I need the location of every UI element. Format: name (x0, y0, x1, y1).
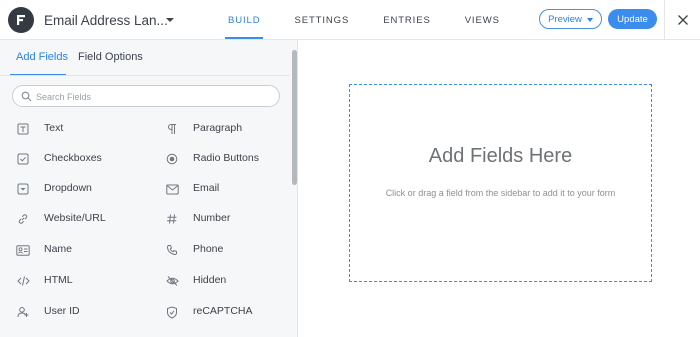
field-label: Checkboxes (44, 152, 102, 164)
field-label: User ID (44, 305, 80, 317)
email-icon (165, 182, 179, 196)
field-label: Email (193, 182, 220, 194)
form-title[interactable]: Email Address Lan... (44, 13, 168, 28)
formidable-logo-icon[interactable] (8, 7, 34, 33)
chevron-down-icon[interactable] (163, 13, 177, 27)
search-icon (21, 91, 32, 102)
field-html[interactable]: HTML (16, 270, 146, 292)
preview-button[interactable]: Preview (539, 9, 602, 29)
field-user-id[interactable]: User ID (16, 301, 146, 323)
main-nav: BUILD SETTINGS ENTRIES VIEWS (224, 0, 534, 40)
nav-views[interactable]: VIEWS (465, 0, 500, 40)
eye-slash-icon (165, 274, 179, 288)
field-label: Radio Buttons (193, 152, 259, 164)
tab-field-options[interactable]: Field Options (78, 51, 143, 63)
caret-down-icon (586, 17, 593, 22)
dropzone-subtitle: Click or drag a field from the sidebar t… (385, 188, 616, 198)
field-recaptcha[interactable]: reCAPTCHA (165, 301, 285, 323)
field-dropzone[interactable]: Add Fields Here Click or drag a field fr… (349, 84, 652, 282)
nav-entries[interactable]: ENTRIES (383, 0, 430, 40)
radio-icon (165, 152, 179, 166)
field-label: Dropdown (44, 182, 92, 194)
field-label: Hidden (193, 274, 227, 286)
sidebar-scrollbar[interactable] (292, 50, 297, 185)
field-number[interactable]: Number (165, 208, 285, 230)
field-label: Text (44, 122, 64, 134)
close-icon (677, 15, 688, 25)
field-text[interactable]: Text (16, 118, 146, 140)
paragraph-icon (165, 122, 179, 136)
code-icon (16, 274, 30, 288)
field-radio-buttons[interactable]: Radio Buttons (165, 148, 285, 170)
field-hidden[interactable]: Hidden (165, 270, 285, 292)
field-label: reCAPTCHA (193, 305, 253, 317)
field-email[interactable]: Email (165, 178, 285, 200)
text-icon (16, 122, 30, 136)
field-name[interactable]: Name (16, 239, 146, 261)
dropdown-icon (16, 182, 30, 196)
field-dropdown[interactable]: Dropdown (16, 178, 146, 200)
tab-add-fields[interactable]: Add Fields (16, 51, 68, 63)
search-box (12, 85, 280, 107)
hash-icon (165, 212, 179, 226)
nav-settings[interactable]: SETTINGS (294, 0, 349, 40)
dropzone-title: Add Fields Here (428, 145, 573, 167)
field-checkboxes[interactable]: Checkboxes (16, 148, 146, 170)
field-paragraph[interactable]: Paragraph (165, 118, 285, 140)
field-label: Phone (193, 243, 224, 255)
field-label: Name (44, 243, 73, 255)
name-card-icon (16, 243, 30, 257)
form-canvas: Add Fields Here Click or drag a field fr… (299, 40, 700, 337)
sidebar-tabs: Add Fields Field Options (0, 40, 290, 76)
field-phone[interactable]: Phone (165, 239, 285, 261)
field-label: Website/URL (44, 212, 106, 224)
link-icon (16, 212, 30, 226)
nav-build[interactable]: BUILD (224, 0, 265, 40)
preview-label: Preview (548, 13, 582, 25)
user-icon (16, 305, 30, 319)
field-label: Number (193, 212, 231, 224)
field-label: HTML (44, 274, 73, 286)
update-button[interactable]: Update (608, 9, 657, 29)
phone-icon (165, 243, 179, 257)
top-bar: Email Address Lan... BUILD SETTINGS ENTR… (0, 0, 700, 40)
search-input[interactable] (36, 89, 274, 104)
checkbox-icon (16, 152, 30, 166)
close-button[interactable] (665, 0, 700, 40)
field-label: Paragraph (193, 122, 243, 134)
divider (0, 75, 290, 76)
shield-icon (165, 305, 179, 319)
sidebar: Add Fields Field Options Text Paragraph … (0, 40, 298, 337)
field-website-url[interactable]: Website/URL (16, 208, 146, 230)
